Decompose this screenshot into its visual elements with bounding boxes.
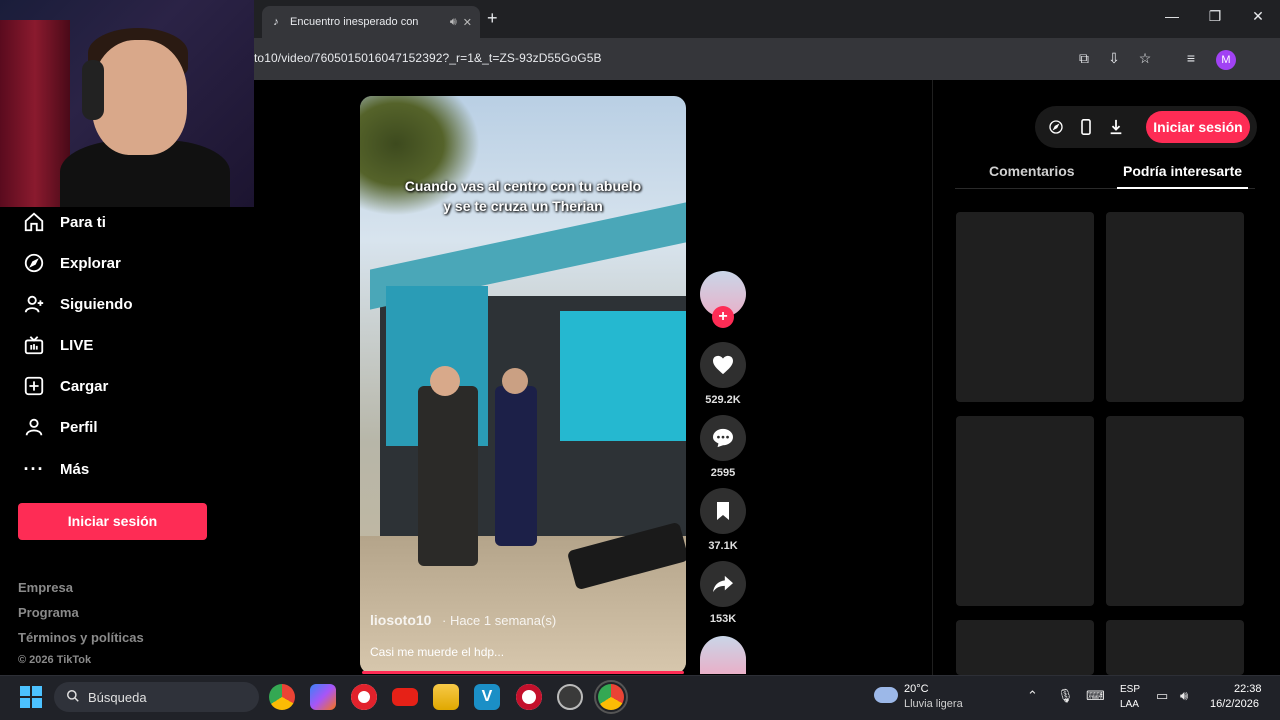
video-author[interactable]: liosoto10 [370,612,431,628]
mobile-icon[interactable] [1076,118,1096,136]
sidebar-item-label: Explorar [60,254,121,272]
opera-icon[interactable] [351,684,377,710]
volume-icon[interactable]: 🔊︎ [1180,688,1188,704]
temperature: 20°C [904,683,929,695]
more-icon: ··· [23,458,45,479]
sidebar-item-label: Cargar [60,377,109,395]
footer-link-empresa[interactable]: Empresa [18,580,73,595]
file-explorer-icon[interactable] [433,684,459,710]
recommended-thumbnail[interactable] [956,416,1094,606]
home-icon [22,210,46,234]
sidebar-item-live[interactable]: LIVE [22,333,93,357]
share-button[interactable] [700,561,746,607]
windows-start-icon[interactable] [20,686,42,708]
next-creator-avatar[interactable] [700,636,746,674]
obs-icon[interactable] [557,684,583,710]
like-count: 529.2K [705,394,741,406]
sidebar-item-label: Siguiendo [60,295,133,313]
compass-icon [22,251,46,275]
live-icon [22,333,46,357]
profile-avatar[interactable]: M [1216,50,1236,70]
video-progress-bar[interactable] [362,671,684,674]
bookmark-star-icon[interactable]: ☆ [1134,50,1156,67]
webcam-overlay [0,0,254,207]
save-count: 37.1K [708,540,738,552]
tiktok-favicon-icon: ♪ [273,16,279,28]
url-text[interactable]: to10/video/7605015016047152392?_r=1&_t=Z… [254,51,602,65]
keyboard-layout[interactable]: LAA [1120,699,1139,710]
sidebar-item-label: Perfil [60,418,98,436]
video-caption: Cuando vas al centro con tu abuelo y se … [404,178,642,214]
sidebar-item-perfil[interactable]: Perfil [22,415,98,439]
taskbar-search[interactable]: Búsqueda [54,682,259,712]
clock-date[interactable]: 16/2/2026 [1210,698,1259,710]
recommended-thumbnail[interactable] [956,620,1094,675]
sidebar-item-label: Para ti [60,213,106,231]
login-button[interactable]: Iniciar sesión [18,503,207,540]
recommended-thumbnail[interactable] [1106,416,1244,606]
heart-icon [713,355,733,375]
sidebar-item-label: LIVE [60,336,94,354]
comment-icon [713,428,733,448]
sidebar-item-siguiendo[interactable]: Siguiendo [22,292,133,316]
recommended-thumbnail[interactable] [1106,620,1244,675]
microphone-icon[interactable]: 🎙︎ [1057,688,1074,704]
tab-comentarios[interactable]: Comentarios [989,163,1075,179]
follow-button[interactable]: + [712,306,734,328]
close-tab-icon[interactable]: ✕ [463,16,472,29]
following-icon [22,292,46,316]
audio-playing-icon[interactable]: 🔊︎ [450,16,457,29]
vegas-icon[interactable]: V [474,684,500,710]
footer-link-programa[interactable]: Programa [18,605,79,620]
youtube-icon[interactable] [392,688,418,706]
copyright: © 2026 TikTok [18,654,92,666]
search-icon [66,689,80,706]
keyboard-icon[interactable]: ⌨︎ [1086,688,1105,704]
download-icon[interactable] [1106,118,1126,136]
chrome-active-icon[interactable] [594,680,628,714]
opera-gx-icon[interactable] [516,684,542,710]
minimize-icon[interactable]: — [1157,8,1187,24]
new-tab-button[interactable]: + [487,8,498,29]
search-placeholder: Búsqueda [88,689,147,705]
upload-icon [22,374,46,398]
recommended-thumbnail[interactable] [956,212,1094,402]
recommended-thumbnail[interactable] [1106,212,1244,402]
active-tab-indicator [1117,187,1248,189]
copilot-icon[interactable] [310,684,336,710]
close-window-icon[interactable]: ✕ [1243,8,1273,25]
clock-time[interactable]: 22:38 [1234,683,1262,695]
like-button[interactable] [700,342,746,388]
browser-tab[interactable]: ♪ Encuentro inesperado con 🔊︎ ✕ [262,6,480,38]
translate-icon[interactable]: ⧉ [1073,50,1095,67]
weather-cloud-icon [874,687,898,703]
save-button[interactable] [700,488,746,534]
compass-tool-icon[interactable] [1046,118,1066,136]
video-description: Casi me muerde el hdp... [370,645,505,659]
bookmark-icon [717,502,729,520]
media-control-icon[interactable]: ≡ [1180,50,1202,66]
tab-podria-interesarte[interactable]: Podría interesarte [1123,163,1242,179]
tab-title: Encuentro inesperado con [290,16,419,28]
share-count: 153K [709,613,737,625]
video-posted-time: · Hace 1 semana(s) [442,613,557,628]
sidebar-item-explorar[interactable]: Explorar [22,251,121,275]
share-icon [713,575,733,593]
login-button-header[interactable]: Iniciar sesión [1146,111,1250,143]
weather-description: Lluvia ligera [904,698,963,710]
sidebar-item-para-ti[interactable]: Para ti [22,210,106,234]
sidebar-item-label: Más [60,460,90,478]
profile-icon [22,415,46,439]
footer-link-terminos[interactable]: Términos y políticas [18,630,144,645]
restore-icon[interactable]: ❐ [1200,8,1230,25]
install-app-icon[interactable]: ⇩ [1103,50,1125,67]
network-icon[interactable]: ▭ [1156,688,1168,704]
sidebar-item-cargar[interactable]: Cargar [22,374,108,398]
comment-button[interactable] [700,415,746,461]
comment-count: 2595 [710,467,736,479]
chevron-up-icon[interactable]: ⌃ [1027,688,1038,704]
language-code[interactable]: ESP [1120,684,1140,695]
sidebar-item-mas[interactable]: ··· Más [22,457,90,481]
chrome-icon[interactable] [269,684,295,710]
